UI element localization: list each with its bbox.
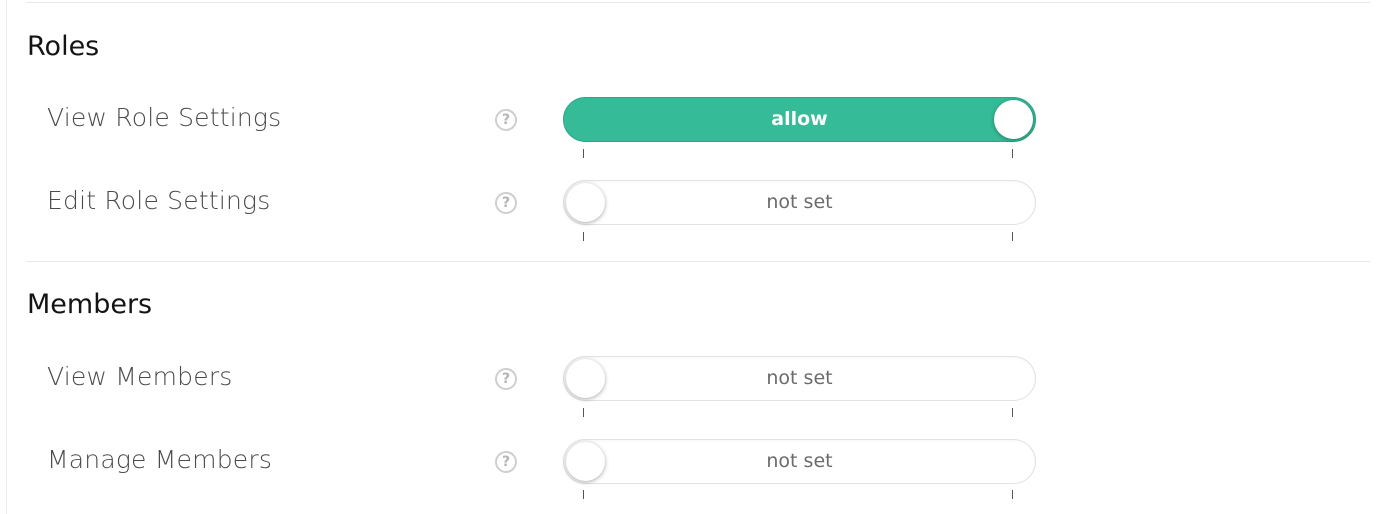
permission-toggle[interactable]: not set (563, 439, 1036, 484)
section-title-members: Members (27, 289, 153, 320)
help-question-icon[interactable]: ? (495, 368, 517, 390)
toggle-end-tick (1012, 232, 1013, 241)
section-divider (27, 2, 1370, 3)
toggle-state-label: not set (766, 367, 833, 389)
toggle-end-tick (1012, 149, 1013, 158)
permission-toggle[interactable]: not set (563, 180, 1036, 225)
section-title-roles: Roles (27, 31, 100, 62)
toggle-state-label: not set (766, 191, 833, 213)
toggle-start-tick (583, 232, 584, 241)
permissions-panel: Roles View Role Settings ? allow Edit Ro… (6, 0, 1380, 514)
toggle-start-tick (583, 408, 584, 417)
permission-label: Manage Members (47, 445, 273, 474)
toggle-knob[interactable] (566, 442, 605, 481)
toggle-state-label: allow (771, 108, 828, 130)
permission-label: View Members (47, 362, 233, 391)
toggle-knob[interactable] (994, 100, 1033, 139)
toggle-end-tick (1012, 490, 1013, 499)
toggle-start-tick (583, 490, 584, 499)
permission-toggle[interactable]: not set (563, 356, 1036, 401)
permission-label: Edit Role Settings (47, 186, 271, 215)
toggle-end-tick (1012, 408, 1013, 417)
toggle-knob[interactable] (566, 359, 605, 398)
toggle-state-label: not set (766, 450, 833, 472)
help-question-icon[interactable]: ? (495, 192, 517, 214)
help-question-icon[interactable]: ? (495, 109, 517, 131)
permission-toggle[interactable]: allow (563, 97, 1036, 142)
toggle-knob[interactable] (566, 183, 605, 222)
section-divider (27, 261, 1370, 262)
help-question-icon[interactable]: ? (495, 451, 517, 473)
toggle-start-tick (583, 149, 584, 158)
permission-label: View Role Settings (47, 103, 282, 132)
